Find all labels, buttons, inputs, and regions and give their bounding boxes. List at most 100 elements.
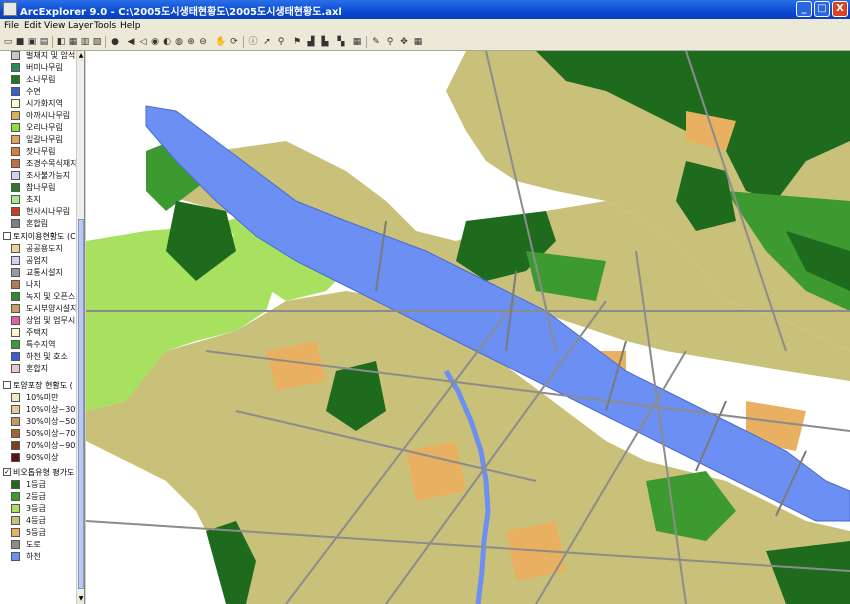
refresh-icon[interactable]: ◐ [162, 37, 172, 47]
map-canvas[interactable] [86, 51, 850, 604]
back-icon[interactable]: ◀ [126, 37, 136, 47]
legend-label: 하천 및 호소 [26, 352, 68, 361]
toc-layer[interactable]: ✓ 비오톱유형 평가도 [0, 467, 75, 479]
legend-item: 현사시나무림 [0, 206, 75, 218]
legend-swatch [11, 516, 20, 525]
legend-swatch [11, 75, 20, 84]
zoom-out-icon[interactable]: ⊖ [198, 37, 208, 47]
find-icon[interactable]: ⚲ [276, 37, 286, 47]
toolbar: ▭ ■ ▣ ▤ ◧ ▦ ▥ ▧ ● ◀ ◁ ◉ ◐ ◍ ⊕ ⊖ ✋ ⟳ ⓘ ➚ … [0, 35, 850, 51]
select-icon[interactable]: ➚ [262, 37, 272, 47]
menu-layer[interactable]: Layer [68, 21, 93, 31]
menu-help[interactable]: Help [120, 21, 141, 31]
legend-item: 오리나무림 [0, 122, 75, 134]
legend-label: 공공용도지 [26, 244, 63, 253]
layout-icon[interactable]: ▧ [92, 37, 102, 47]
legend-label: 수면 [26, 87, 41, 96]
legend-item: 아까시나무림 [0, 110, 75, 122]
close-button[interactable]: X [832, 1, 848, 17]
legend-label: 2등급 [26, 492, 46, 501]
legend-item: 도로 [0, 539, 75, 551]
buffer-icon[interactable]: ▙ [320, 37, 330, 47]
layer-name[interactable]: 토양포장 현황도 ( [13, 380, 73, 392]
table-icon[interactable]: ▦ [352, 37, 362, 47]
layer-checkbox[interactable]: ✓ [3, 468, 11, 476]
full-extent-icon[interactable]: ◉ [150, 37, 160, 47]
legend-swatch [11, 219, 20, 228]
legend-swatch [11, 244, 20, 253]
layer-name[interactable]: 토지이용현황도 (C [13, 231, 76, 243]
legend-label: 주택지 [26, 328, 49, 337]
title-bar: ArcExplorer 9.0 - C:\2005도시생태현황도\2005도시생… [0, 0, 850, 19]
legend-item: 3등급 [0, 503, 75, 515]
legend-swatch [11, 405, 20, 414]
menu-tools[interactable]: Tools [94, 21, 116, 31]
identify-icon[interactable]: ⓘ [248, 37, 258, 47]
map-view[interactable] [86, 51, 850, 604]
legend-label: 잎갈나무림 [26, 135, 63, 144]
query-icon[interactable]: ▚ [336, 37, 346, 47]
legend-swatch [11, 328, 20, 337]
menu-edit[interactable]: Edit [24, 21, 41, 31]
save-all-icon[interactable]: ▣ [27, 37, 37, 47]
legend-label: 아까시나무림 [26, 111, 71, 120]
toc-layer[interactable]: 토양포장 현황도 ( [0, 380, 75, 392]
graphics-icon[interactable]: ✥ [399, 37, 409, 47]
magnify-icon[interactable]: ⚲ [385, 37, 395, 47]
scroll-up-icon[interactable]: ▲ [77, 51, 84, 61]
legend-label: 참나무림 [26, 183, 56, 192]
open-icon[interactable]: ▭ [3, 37, 13, 47]
layer-checkbox[interactable] [3, 232, 11, 240]
menu-bar: File Edit View Layer Tools Help [0, 19, 850, 35]
layer-name[interactable]: 비오톱유형 평가도 [13, 467, 74, 479]
table-of-contents: 벌채지 및 암석지 버미나무림 소나무림 수면 시가화지역 아까시나무림 오리나무림 잎갈나무… [0, 51, 85, 604]
add-layer-icon[interactable]: ◧ [56, 37, 66, 47]
legend-swatch [11, 207, 20, 216]
toc-layer[interactable]: 토지이용현황도 (C [0, 231, 76, 243]
legend-label: 10%이상~30% [26, 405, 83, 414]
legend-item: 공공용도지 [0, 243, 75, 255]
export-icon[interactable]: ▦ [68, 37, 78, 47]
legend-label: 4등급 [26, 516, 46, 525]
grid-icon[interactable]: ▦ [413, 37, 423, 47]
legend-item: 2등급 [0, 491, 75, 503]
catalog-icon[interactable]: ▥ [80, 37, 90, 47]
legend-label: 오리나무림 [26, 123, 63, 132]
legend-label: 조사불가능지 [26, 171, 71, 180]
menu-view[interactable]: View [44, 21, 65, 31]
legend-label: 공업지 [26, 256, 49, 265]
forward-icon[interactable]: ◁ [138, 37, 148, 47]
print-icon[interactable]: ▤ [39, 37, 49, 47]
legend-item: 10%이상~30% [0, 404, 83, 416]
toc-scrollbar[interactable]: ▲ ▼ [76, 51, 84, 604]
legend-swatch [11, 480, 20, 489]
legend-label: 도시부양시설지 [26, 304, 78, 313]
menu-file[interactable]: File [4, 21, 19, 31]
scroll-down-icon[interactable]: ▼ [77, 594, 84, 604]
legend-swatch [11, 340, 20, 349]
legend-swatch [11, 393, 20, 402]
legend-swatch [11, 492, 20, 501]
legend-swatch [11, 280, 20, 289]
save-icon[interactable]: ■ [15, 37, 25, 47]
maximize-button[interactable]: □ [814, 1, 830, 17]
pan-icon[interactable]: ✋ [215, 37, 226, 47]
legend-swatch [11, 256, 20, 265]
measure-icon[interactable]: ▟ [306, 37, 316, 47]
hyperlink-icon[interactable]: ⚑ [292, 37, 302, 47]
legend-item: 혼합지 [0, 363, 75, 375]
layer-checkbox[interactable] [3, 381, 11, 389]
minimize-button[interactable]: _ [796, 1, 812, 17]
legend-item: 교통시설지 [0, 267, 75, 279]
zoom-in-icon[interactable]: ⊕ [186, 37, 196, 47]
legend-item: 녹지 및 오픈스 [0, 291, 75, 303]
rotate-icon[interactable]: ⟳ [229, 37, 239, 47]
legend-label: 10%미만 [26, 393, 59, 402]
globe-icon[interactable]: ◍ [174, 37, 184, 47]
legend-item: 잣나무림 [0, 146, 75, 158]
legend-swatch [11, 352, 20, 361]
toc-scroll-thumb[interactable] [78, 219, 84, 589]
edit-pencil-icon[interactable]: ✎ [371, 37, 381, 47]
legend-label: 30%이상~50% [26, 417, 83, 426]
stop-icon[interactable]: ● [110, 37, 120, 47]
